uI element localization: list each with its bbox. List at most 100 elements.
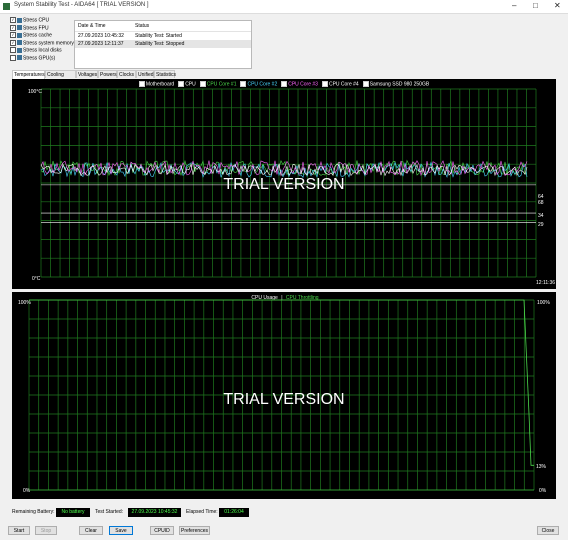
stress-checkbox[interactable]: ✓ xyxy=(10,39,16,46)
status-column-header[interactable]: Status xyxy=(135,21,149,31)
tab-statistics[interactable]: Statistics xyxy=(154,70,176,78)
save-button[interactable]: Save xyxy=(109,526,133,535)
tab-powers[interactable]: Powers xyxy=(98,70,117,78)
cpu-usage-chart-panel: 100% 0% 100% 0% 13% TRIAL VERSION CPU Us… xyxy=(12,292,556,499)
temp-value-label: 34 xyxy=(538,213,544,219)
elapsed-time-value: 01:26:04 xyxy=(219,508,249,517)
clear-button[interactable]: Clear xyxy=(79,526,103,535)
legend-checkbox[interactable] xyxy=(138,81,145,87)
close-button[interactable]: Close xyxy=(537,526,559,535)
legend-label: CPU xyxy=(185,81,196,88)
stress-option[interactable]: ✓ Stress cache xyxy=(10,32,76,40)
stress-checkbox[interactable] xyxy=(10,54,16,61)
legend-checkbox[interactable] xyxy=(362,81,369,87)
legend-item[interactable]: CPU Core #2 xyxy=(240,81,277,87)
legend-label: Motherboard xyxy=(145,81,175,88)
legend-item[interactable]: CPU Core #3 xyxy=(281,81,318,87)
legend-item[interactable]: CPU Core #1 xyxy=(199,81,237,88)
stress-checkbox[interactable]: ✓ xyxy=(10,32,16,39)
stress-option-label: Stress GPU(s) xyxy=(23,55,56,62)
temperature-chart-panel: 100°C 0°C 12:11:36 TRIAL VERSION 64 68 3… xyxy=(12,79,556,289)
legend-checkbox[interactable] xyxy=(321,81,328,87)
cpu-y-bottom-label: 0% xyxy=(23,488,31,494)
status-row-text: Stability Test: Stopped xyxy=(135,41,185,47)
test-started-label: Test Started: xyxy=(95,509,124,515)
stress-option-label: Stress local disks xyxy=(23,47,62,54)
legend-item[interactable]: Motherboard xyxy=(138,81,175,88)
stress-option[interactable]: ✓ Stress CPU xyxy=(10,17,76,25)
stress-option[interactable]: ✓ Stress FPU xyxy=(10,24,76,33)
stress-option[interactable]: Stress local disks xyxy=(10,47,76,55)
cpu-y-top-label: 100% xyxy=(18,300,31,306)
status-table: Date & Time Status 27.09.2023 10:45:32 S… xyxy=(74,20,252,69)
legend-label: CPU Core #2 xyxy=(247,81,278,88)
temperature-chart: 100°C 0°C 12:11:36 TRIAL VERSION 64 68 3… xyxy=(28,88,555,286)
temperature-legend: Motherboard CPU CPU Core #1 CPU Core #2 CPU … xyxy=(12,81,556,87)
legend-label: CPU Core #4 xyxy=(328,81,359,88)
tab-clocks[interactable]: Clocks xyxy=(117,70,136,78)
stress-option-label: Stress cache xyxy=(23,32,52,39)
status-row-date: 27.09.2023 10:45:32 xyxy=(78,33,124,39)
test-started-value: 27.09.2023 10:45:32 xyxy=(128,508,181,517)
legend-label: Samsung SSD 980 250GB xyxy=(369,81,430,88)
cpu-usage-chart: 100% 0% 100% 0% 13% TRIAL VERSION CPU Us… xyxy=(18,295,550,494)
legend-checkbox[interactable] xyxy=(199,81,206,87)
remaining-battery-label: Remaining Battery: xyxy=(12,509,55,515)
memory-icon xyxy=(17,40,22,46)
stop-button[interactable]: Stop xyxy=(35,526,57,535)
stress-option[interactable]: Stress GPU(s) xyxy=(10,54,76,63)
stress-checkbox[interactable]: ✓ xyxy=(10,24,16,31)
temp-y-bottom-label: 0°C xyxy=(32,276,41,282)
stress-option-label: Stress system memory xyxy=(23,40,74,47)
stress-option-label: Stress CPU xyxy=(23,17,50,24)
stress-checkbox[interactable]: ✓ xyxy=(10,17,16,23)
maximize-button[interactable]: □ xyxy=(533,1,538,10)
date-column-header[interactable]: Date & Time xyxy=(78,21,106,31)
stress-option[interactable]: ✓ Stress system memory xyxy=(10,39,76,48)
cache-icon xyxy=(17,32,22,38)
legend-label: CPU Core #1 xyxy=(206,81,237,88)
tab-voltages[interactable]: Voltages xyxy=(76,70,98,78)
cpu-icon xyxy=(17,17,22,23)
temp-y-top-label: 100°C xyxy=(28,89,42,95)
status-row[interactable]: 27.09.2023 12:11:37 Stability Test: Stop… xyxy=(75,40,251,48)
status-row-text: Stability Test: Started xyxy=(135,33,182,39)
window-title: System Stability Test - AIDA64 [ TRIAL V… xyxy=(14,2,149,8)
stress-options: ✓ Stress CPU ✓ Stress FPU ✓ Stress cache ✓ Stre… xyxy=(10,17,76,63)
app-icon xyxy=(3,3,10,10)
legend-checkbox[interactable] xyxy=(281,81,288,87)
status-row-date: 27.09.2023 12:11:37 xyxy=(78,41,124,47)
legend-item[interactable]: Samsung SSD 980 250GB xyxy=(362,81,430,88)
disk-icon xyxy=(17,47,22,53)
cpuid-button[interactable]: CPUID xyxy=(150,526,174,535)
legend-checkbox[interactable] xyxy=(240,81,247,87)
status-header: Date & Time Status xyxy=(75,21,251,32)
temp-value-label: 29 xyxy=(538,222,544,228)
elapsed-time-label: Elapsed Time: xyxy=(186,509,218,515)
preferences-button[interactable]: Preferences xyxy=(179,526,210,535)
stress-option-label: Stress FPU xyxy=(23,24,49,31)
minimize-button[interactable]: – xyxy=(512,1,516,10)
tab-temperatures[interactable]: Temperatures xyxy=(12,70,45,79)
gpu-icon xyxy=(17,55,22,61)
legend-label: CPU Core #3 xyxy=(288,81,318,88)
trial-watermark: TRIAL VERSION xyxy=(223,176,344,193)
trial-watermark: TRIAL VERSION xyxy=(223,391,344,408)
status-row[interactable]: 27.09.2023 10:45:32 Stability Test: Star… xyxy=(75,32,251,40)
cpu-y-top-right-label: 100% xyxy=(537,300,550,306)
legend-checkbox[interactable] xyxy=(178,81,185,87)
tab-cooling-fans[interactable]: Cooling Fans xyxy=(45,70,76,86)
fpu-icon xyxy=(17,25,22,31)
temp-time-label: 12:11:36 xyxy=(536,280,555,286)
stress-checkbox[interactable] xyxy=(10,47,16,54)
legend-item[interactable]: CPU Core #4 xyxy=(321,81,359,88)
remaining-battery-value: No battery xyxy=(56,508,90,517)
title-bar: System Stability Test - AIDA64 [ TRIAL V… xyxy=(0,0,568,14)
legend-item[interactable]: CPU xyxy=(178,81,196,87)
temp-value-label: 68 xyxy=(538,200,544,206)
tab-unified[interactable]: Unified xyxy=(136,70,154,78)
cpu-y-bottom-right-label: 0% xyxy=(539,488,547,494)
cpu-value-label: 13% xyxy=(536,464,547,470)
close-window-button[interactable]: ✕ xyxy=(554,1,561,10)
start-button[interactable]: Start xyxy=(8,526,30,535)
